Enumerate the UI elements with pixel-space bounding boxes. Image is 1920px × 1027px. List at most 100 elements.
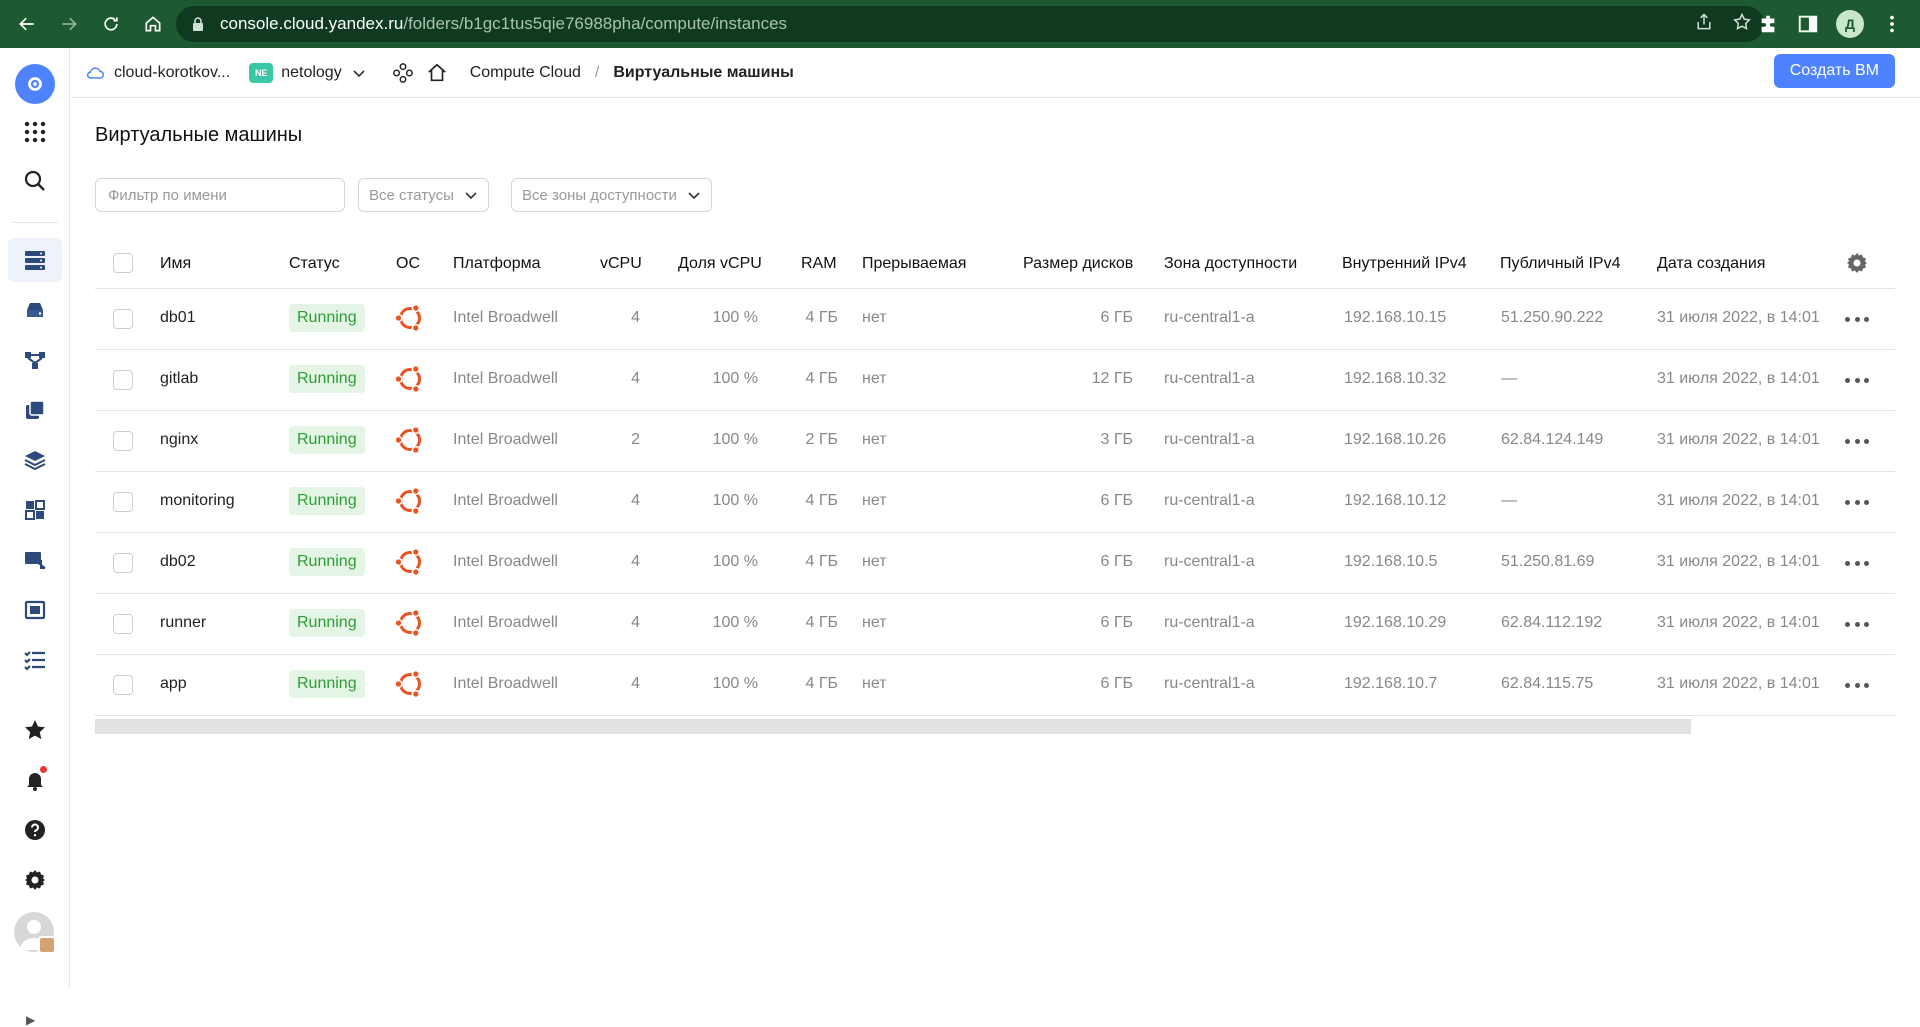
table-settings-gear-icon[interactable] <box>1845 251 1869 275</box>
reload-icon <box>104 17 118 31</box>
column-ram[interactable]: RAM <box>801 255 837 273</box>
vm-name[interactable]: gitlab <box>160 370 198 388</box>
images-icon[interactable] <box>15 440 55 480</box>
reload-button[interactable] <box>96 9 126 39</box>
row-checkbox[interactable] <box>113 309 133 329</box>
home-icon[interactable] <box>426 62 448 84</box>
lock-icon <box>193 17 203 31</box>
select-all-checkbox[interactable] <box>113 253 133 273</box>
row-checkbox[interactable] <box>113 553 133 573</box>
vm-public-ip: 51.250.81.69 <box>1501 553 1595 570</box>
table-row[interactable]: app Running Intel Broadwell 4 100 % 4 ГБ… <box>95 655 1895 716</box>
vm-name[interactable]: nginx <box>160 431 198 449</box>
vm-name[interactable]: app <box>160 675 187 693</box>
vm-preemptible: нет <box>862 675 887 692</box>
favorites-star-icon[interactable] <box>15 710 55 750</box>
star-icon[interactable] <box>1732 12 1752 32</box>
cloud-selector[interactable]: cloud-korotkov... <box>85 63 230 83</box>
vm-zone: ru-central1-a <box>1164 431 1255 448</box>
vm-platform: Intel Broadwell <box>453 614 558 631</box>
breadcrumb-service[interactable]: Compute Cloud <box>470 64 581 82</box>
vm-name[interactable]: monitoring <box>160 492 235 510</box>
forward-button[interactable] <box>54 9 84 39</box>
table-row[interactable]: gitlab Running Intel Broadwell 4 100 % 4… <box>95 350 1895 411</box>
vm-platform: Intel Broadwell <box>453 309 558 326</box>
disks-icon[interactable] <box>15 290 55 330</box>
chevron-down-icon[interactable] <box>352 66 366 80</box>
column-vcpu[interactable]: vCPU <box>600 255 642 273</box>
home-button[interactable] <box>138 9 168 39</box>
column-internal-ip[interactable]: Внутренний IPv4 <box>1342 255 1467 273</box>
status-badge: Running <box>289 670 365 698</box>
column-status[interactable]: Статус <box>289 255 340 273</box>
settings-gear-icon[interactable] <box>15 860 55 900</box>
snapshots-icon[interactable] <box>15 390 55 430</box>
yandex-cloud-logo[interactable] <box>15 64 55 104</box>
row-actions-more-icon[interactable] <box>1845 493 1869 511</box>
vm-zone: ru-central1-a <box>1164 309 1255 326</box>
side-panel-icon[interactable] <box>1796 12 1820 36</box>
expand-sidebar-icon[interactable]: ▶ <box>26 1013 35 1027</box>
row-checkbox[interactable] <box>113 675 133 695</box>
column-created[interactable]: Дата создания <box>1657 255 1765 273</box>
vm-public-ip: 62.84.112.192 <box>1501 614 1603 631</box>
table-row[interactable]: db01 Running Intel Broadwell 4 100 % 4 Г… <box>95 289 1895 350</box>
instance-groups-icon[interactable] <box>15 490 55 530</box>
row-actions-more-icon[interactable] <box>1845 371 1869 389</box>
column-platform[interactable]: Платформа <box>453 255 541 273</box>
row-checkbox[interactable] <box>113 370 133 390</box>
virtual-machines-icon[interactable] <box>15 240 55 280</box>
column-disk-size[interactable]: Размер дисков <box>1023 255 1133 273</box>
services-graph-icon[interactable] <box>392 62 414 84</box>
help-icon[interactable] <box>15 810 55 850</box>
column-zone[interactable]: Зона доступности <box>1164 255 1297 273</box>
table-row[interactable]: nginx Running Intel Broadwell 2 100 % 2 … <box>95 411 1895 472</box>
home-icon <box>145 16 161 32</box>
search-icon[interactable] <box>15 161 55 201</box>
column-public-ip[interactable]: Публичный IPv4 <box>1500 255 1620 273</box>
table-row[interactable]: monitoring Running Intel Broadwell 4 100… <box>95 472 1895 533</box>
share-icon[interactable] <box>1694 12 1714 32</box>
address-bar[interactable]: console.cloud.yandex.ru/folders/b1gc1tus… <box>176 6 1764 42</box>
folder-name[interactable]: netology <box>281 64 342 82</box>
table-row[interactable]: runner Running Intel Broadwell 4 100 % 4… <box>95 594 1895 655</box>
column-name[interactable]: Имя <box>160 255 191 273</box>
file-storage-icon[interactable] <box>15 590 55 630</box>
row-checkbox[interactable] <box>113 614 133 634</box>
vm-public-ip: 51.250.90.222 <box>1501 309 1604 326</box>
vm-ram: 2 ГБ <box>805 431 838 448</box>
row-actions-more-icon[interactable] <box>1845 615 1869 633</box>
notifications-bell-icon[interactable] <box>15 760 55 800</box>
vm-public-ip: — <box>1501 492 1517 509</box>
create-vm-button[interactable]: Создать ВМ <box>1773 54 1895 88</box>
column-os[interactable]: ОС <box>396 255 420 273</box>
vm-vcpu: 4 <box>631 370 640 387</box>
horizontal-scrollbar[interactable] <box>95 719 1691 734</box>
vm-name[interactable]: db01 <box>160 309 196 327</box>
vm-vcpu: 4 <box>631 553 640 570</box>
row-actions-more-icon[interactable] <box>1845 310 1869 328</box>
name-filter-input[interactable]: Фильтр по имени <box>95 178 345 212</box>
vm-ram: 4 ГБ <box>805 370 838 387</box>
row-actions-more-icon[interactable] <box>1845 554 1869 572</box>
all-services-icon[interactable] <box>15 112 55 152</box>
back-button[interactable] <box>12 9 42 39</box>
extensions-icon[interactable] <box>1756 12 1780 36</box>
row-actions-more-icon[interactable] <box>1845 676 1869 694</box>
placement-groups-icon[interactable] <box>15 340 55 380</box>
table-row[interactable]: db02 Running Intel Broadwell 4 100 % 4 Г… <box>95 533 1895 594</box>
status-filter-select[interactable]: Все статусы <box>358 178 489 212</box>
vm-name[interactable]: db02 <box>160 553 196 571</box>
vm-created: 31 июля 2022, в 14:01 <box>1657 492 1820 509</box>
operations-icon[interactable] <box>15 640 55 680</box>
row-checkbox[interactable] <box>113 431 133 451</box>
menu-icon[interactable] <box>1880 12 1904 36</box>
column-preemptible[interactable]: Прерываемая <box>862 255 966 273</box>
row-actions-more-icon[interactable] <box>1845 432 1869 450</box>
vm-name[interactable]: runner <box>160 614 206 632</box>
profile-avatar[interactable]: Д <box>1836 10 1864 38</box>
dedicated-hosts-icon[interactable] <box>15 540 55 580</box>
column-vcpu-share[interactable]: Доля vCPU <box>678 255 762 273</box>
zone-filter-select[interactable]: Все зоны доступности <box>511 178 712 212</box>
row-checkbox[interactable] <box>113 492 133 512</box>
